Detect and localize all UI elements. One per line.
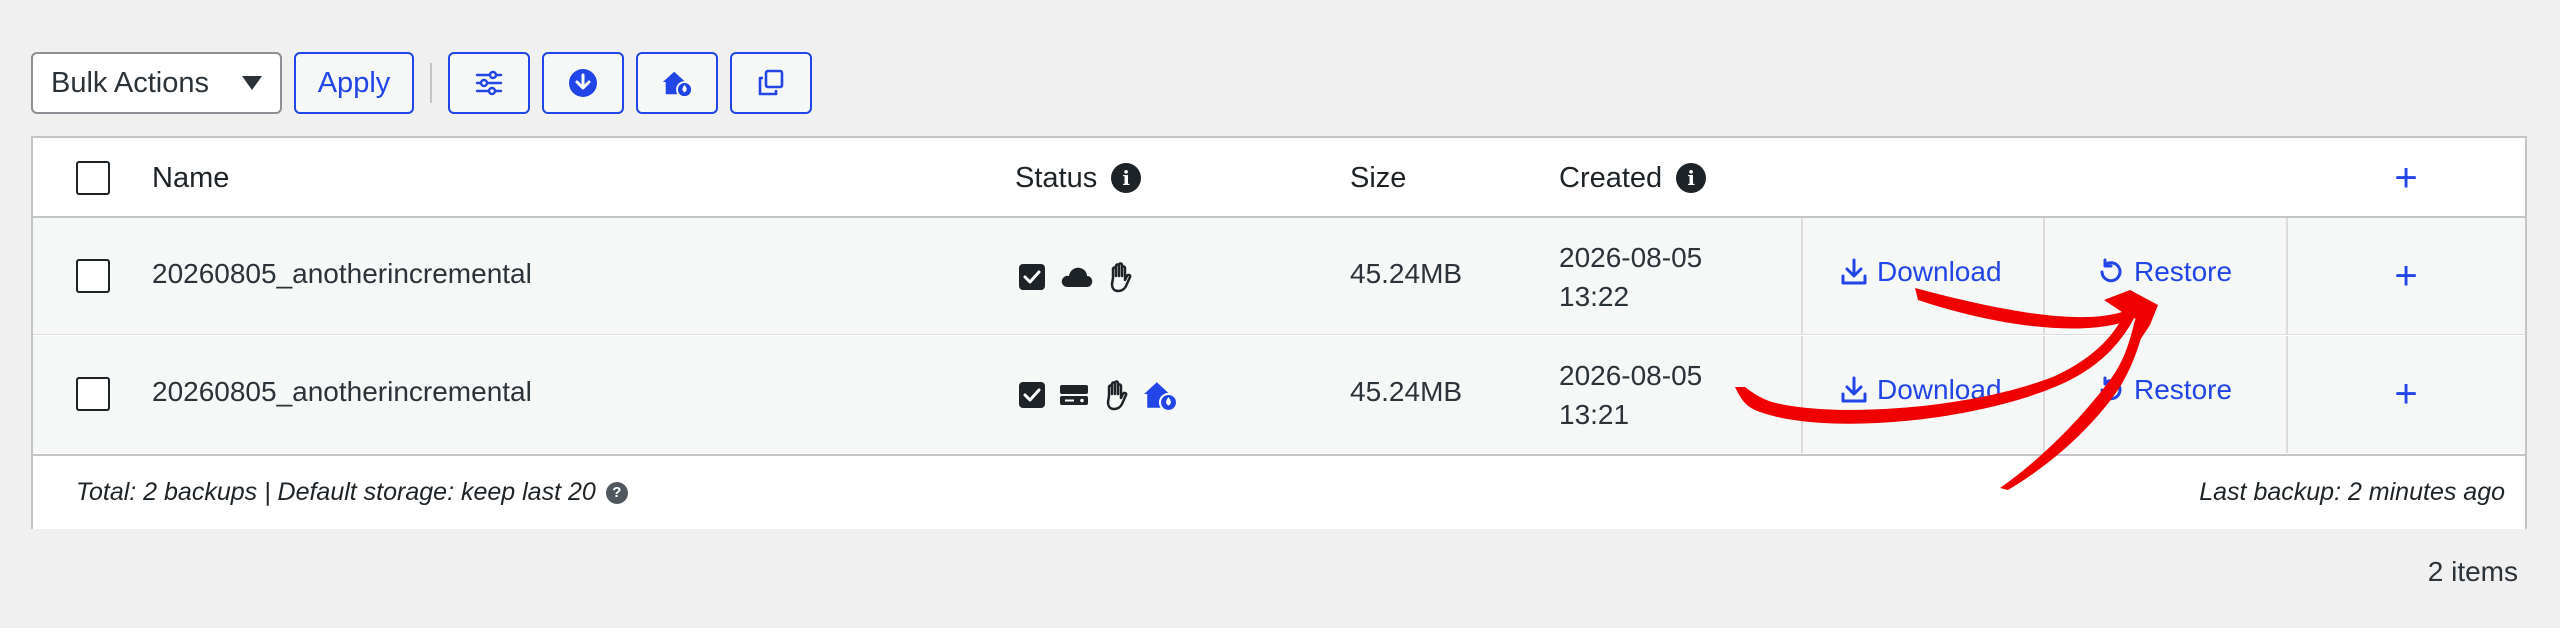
table-row: 20260805_anotherincremental 45.24MB 2026… (33, 336, 2525, 453)
column-size-label: Size (1350, 161, 1407, 194)
download-icon (1841, 376, 1867, 403)
expand-row-icon[interactable]: + (2386, 256, 2426, 296)
last-backup-text: Last backup: 2 minutes ago (2199, 478, 2505, 506)
restore-icon (2100, 258, 2122, 283)
server-icon (1057, 378, 1091, 412)
filter-settings-button[interactable] (448, 52, 530, 114)
download-backup-button[interactable] (542, 52, 624, 114)
column-status-label: Status (1015, 161, 1098, 194)
download-icon (1841, 258, 1867, 285)
download-label: Download (1877, 256, 2002, 287)
cell-divider (2286, 218, 2288, 334)
checkbox-checked-icon (1015, 378, 1049, 412)
row-checkbox[interactable] (76, 259, 110, 293)
download-label: Download (1877, 374, 2002, 405)
select-all-checkbox[interactable] (76, 161, 110, 195)
column-name-label: Name (152, 161, 230, 194)
backup-name: 20260805_anotherincremental (152, 376, 532, 407)
apply-button[interactable]: Apply (294, 52, 414, 114)
copy-icon (758, 69, 784, 96)
expand-row-icon[interactable]: + (2386, 374, 2426, 414)
toolbar-divider (430, 63, 432, 103)
house-cloud-icon (662, 71, 693, 99)
backup-summary: Total: 2 backups | Default storage: keep… (76, 478, 628, 507)
column-status: Status i (1015, 138, 1142, 218)
storage-button[interactable] (636, 52, 718, 114)
column-size[interactable]: Size (1350, 138, 1406, 218)
chevron-down-icon (242, 76, 262, 90)
column-created: Created i (1559, 138, 1707, 218)
bulk-actions-label: Bulk Actions (51, 66, 209, 99)
restore-link[interactable]: Restore (2096, 256, 2232, 288)
created-time: 13:21 (1559, 399, 1630, 430)
backups-page: Bulk Actions Apply Name Status i Size Cr… (0, 0, 2560, 628)
created-time: 13:22 (1559, 281, 1630, 312)
status-icons (1015, 378, 1179, 412)
cloud-icon (1057, 260, 1095, 294)
backup-size: 45.24MB (1350, 258, 1463, 289)
restore-icon (2100, 376, 2122, 401)
table-header: Name Status i Size Created i + (33, 138, 2525, 218)
bulk-toolbar: Bulk Actions Apply (31, 52, 824, 114)
info-icon[interactable]: i (1676, 163, 1707, 193)
column-name[interactable]: Name (152, 138, 229, 218)
help-icon[interactable]: ? (605, 481, 628, 504)
cell-divider (1801, 218, 1803, 334)
backup-name: 20260805_anotherincremental (152, 258, 532, 289)
created-date: 2026-08-05 (1559, 360, 1703, 391)
hand-icon (1103, 260, 1137, 294)
restore-label: Restore (2134, 374, 2233, 405)
sliders-icon (475, 70, 503, 96)
cell-divider (2043, 336, 2045, 453)
bulk-actions-select[interactable]: Bulk Actions (31, 52, 282, 114)
info-icon[interactable]: i (1111, 163, 1142, 193)
add-column-icon[interactable]: + (2386, 158, 2426, 198)
download-link[interactable]: Download (1839, 256, 2002, 288)
cell-divider (2286, 336, 2288, 453)
table-footer: Total: 2 backups | Default storage: keep… (33, 454, 2525, 529)
status-icons (1015, 260, 1137, 294)
row-checkbox[interactable] (76, 377, 110, 411)
hand-icon (1099, 378, 1133, 412)
table-row: 20260805_anotherincremental 45.24MB 2026… (33, 218, 2525, 335)
items-count: 2 items (2427, 556, 2518, 587)
restore-label: Restore (2134, 256, 2233, 287)
download-link[interactable]: Download (1839, 374, 2002, 406)
checkbox-checked-icon (1015, 260, 1049, 294)
backup-created: 2026-08-05 13:22 (1559, 238, 1702, 316)
column-created-label: Created (1559, 161, 1663, 194)
backup-size: 45.24MB (1350, 376, 1463, 407)
restore-link[interactable]: Restore (2096, 374, 2232, 406)
cell-divider (2043, 218, 2045, 334)
download-circle-icon (569, 69, 597, 97)
created-date: 2026-08-05 (1559, 242, 1703, 273)
backup-created: 2026-08-05 13:21 (1559, 356, 1702, 434)
house-cloud-icon (1141, 378, 1179, 412)
duplicate-button[interactable] (730, 52, 812, 114)
cell-divider (1801, 336, 1803, 453)
backups-table: Name Status i Size Created i + 20260805_… (31, 136, 2527, 529)
summary-text: Total: 2 backups | Default storage: keep… (76, 478, 596, 506)
